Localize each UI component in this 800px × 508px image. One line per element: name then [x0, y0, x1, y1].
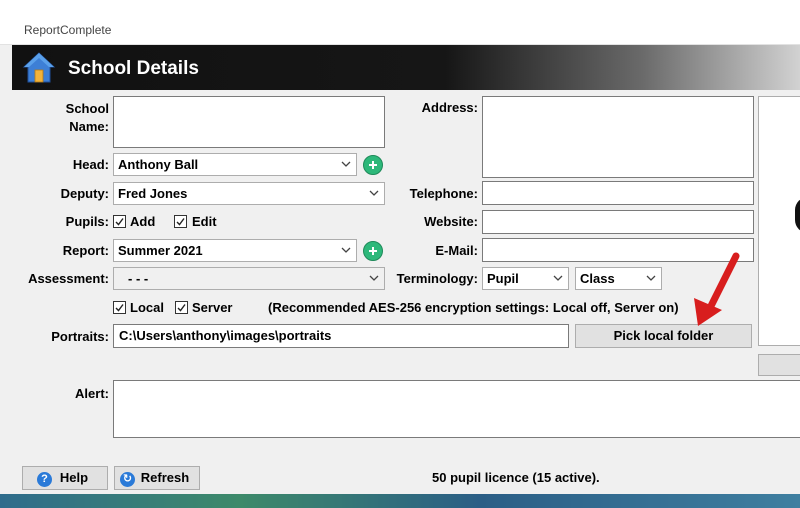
telephone-label: Telephone:	[409, 186, 478, 201]
page-header: School Details	[12, 45, 800, 90]
check-icon	[115, 304, 124, 312]
portraits-label: Portraits:	[51, 329, 109, 344]
head-select[interactable]: Anthony Ball	[113, 153, 357, 176]
chevron-down-icon	[369, 190, 379, 196]
assessment-label: Assessment:	[28, 271, 109, 286]
page-title: School Details	[68, 58, 199, 79]
window-title: ReportComplete	[24, 23, 112, 37]
add-head-button[interactable]	[363, 155, 383, 175]
logo-action-button[interactable]	[758, 354, 800, 376]
local-encryption-checkbox[interactable]	[113, 301, 126, 314]
home-icon	[22, 52, 56, 83]
logo-shape	[795, 197, 800, 233]
chevron-down-icon	[341, 161, 351, 167]
report-label: Report:	[62, 243, 109, 258]
school-details-form: School Name: Head: Anthony Ball Deputy: …	[12, 90, 800, 494]
add-report-button[interactable]	[363, 241, 383, 261]
check-icon	[176, 218, 185, 226]
refresh-button-label: Refresh	[140, 470, 190, 485]
check-icon	[115, 218, 124, 226]
terminology-class-select[interactable]: Class	[575, 267, 662, 290]
pupils-edit-checkbox[interactable]	[174, 215, 187, 228]
terminology-pupil-value: Pupil	[487, 271, 519, 286]
chevron-down-icon	[553, 275, 563, 281]
address-label: Address:	[421, 100, 478, 115]
encryption-note: (Recommended AES-256 encryption settings…	[268, 300, 679, 315]
chevron-down-icon	[341, 247, 351, 253]
pupils-label: Pupils:	[65, 214, 109, 229]
chevron-down-icon	[646, 275, 656, 281]
pupils-edit-label: Edit	[192, 214, 217, 229]
help-icon: ?	[37, 472, 52, 487]
school-logo-preview[interactable]	[758, 96, 800, 346]
website-label: Website:	[424, 214, 478, 229]
server-encryption-checkbox[interactable]	[175, 301, 188, 314]
help-button[interactable]: ? Help	[22, 466, 108, 490]
head-select-value: Anthony Ball	[118, 157, 199, 172]
telephone-input[interactable]	[482, 181, 754, 205]
local-encryption-label: Local	[130, 300, 164, 315]
alert-label: Alert:	[75, 386, 109, 401]
desktop-background-bottom	[0, 492, 800, 508]
terminology-label: Terminology:	[396, 271, 478, 286]
school-name-input[interactable]	[113, 96, 385, 148]
alert-input[interactable]	[113, 380, 800, 438]
assessment-select[interactable]: - - -	[113, 267, 385, 290]
check-icon	[177, 304, 186, 312]
annotation-arrow-icon	[694, 252, 740, 326]
deputy-select[interactable]: Fred Jones	[113, 182, 385, 205]
help-button-label: Help	[59, 470, 89, 485]
refresh-icon: ↻	[120, 472, 135, 487]
terminology-class-value: Class	[580, 271, 615, 286]
head-label: Head:	[72, 157, 109, 172]
terminology-pupil-select[interactable]: Pupil	[482, 267, 569, 290]
server-encryption-label: Server	[192, 300, 233, 315]
pupils-add-checkbox[interactable]	[113, 215, 126, 228]
website-input[interactable]	[482, 210, 754, 234]
report-select-value: Summer 2021	[118, 243, 203, 258]
chevron-down-icon	[369, 275, 379, 281]
report-select[interactable]: Summer 2021	[113, 239, 357, 262]
school-name-label: School Name:	[65, 101, 109, 134]
email-label: E-Mail:	[435, 243, 478, 258]
refresh-button[interactable]: ↻ Refresh	[114, 466, 200, 490]
window-titlebar[interactable]: ReportComplete	[0, 0, 800, 45]
deputy-label: Deputy:	[60, 186, 109, 201]
portraits-path-input[interactable]: C:\Users\anthony\images\portraits	[113, 324, 569, 348]
pupils-add-label: Add	[130, 214, 156, 229]
address-input[interactable]	[482, 96, 754, 178]
licence-status: 50 pupil licence (15 active).	[432, 470, 600, 485]
deputy-select-value: Fred Jones	[118, 186, 188, 201]
assessment-select-value: - - -	[128, 271, 149, 286]
app-window: ReportComplete School Details School Nam…	[0, 0, 800, 494]
